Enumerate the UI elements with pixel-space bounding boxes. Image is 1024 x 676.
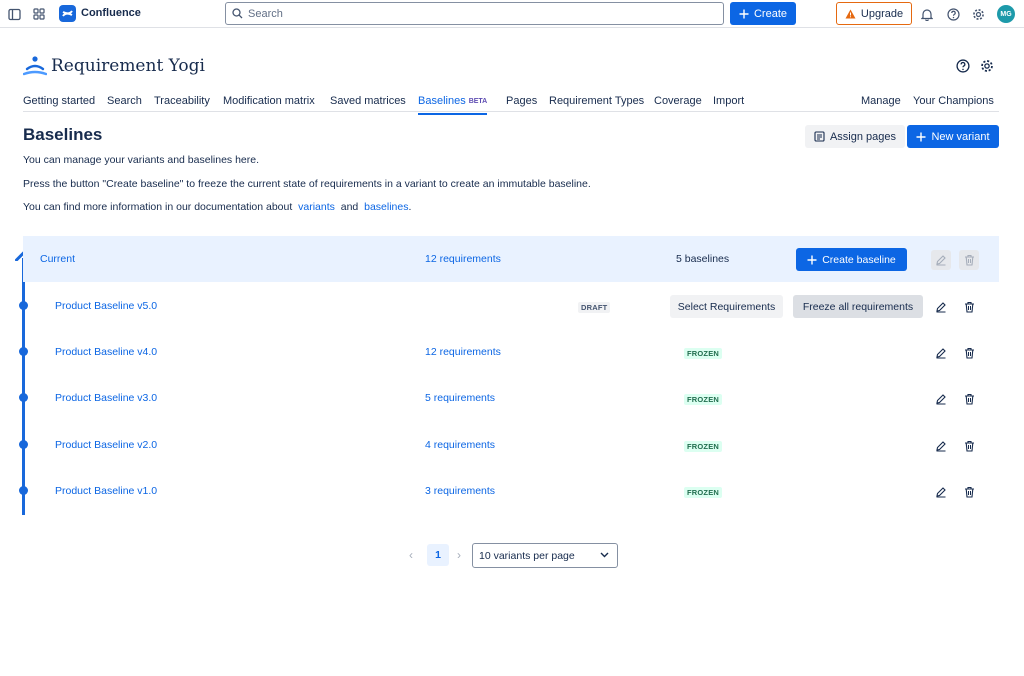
settings-gear-icon[interactable] — [970, 6, 986, 22]
tab-coverage[interactable]: Coverage — [654, 95, 702, 107]
baseline-row: Product Baseline v5.0 DRAFT Select Requi… — [23, 283, 999, 329]
create-baseline-label: Create baseline — [822, 253, 896, 266]
status-badge-frozen: FROZEN — [684, 348, 723, 359]
freeze-all-requirements-button[interactable]: Freeze all requirements — [793, 295, 923, 318]
chevron-down-icon — [600, 552, 609, 558]
app-switcher-icon[interactable] — [31, 6, 47, 22]
edit-icon[interactable] — [931, 482, 951, 502]
confluence-brand[interactable]: Confluence — [81, 7, 141, 19]
create-button[interactable]: Create — [730, 2, 796, 25]
page-title: Baselines — [23, 125, 103, 144]
baseline-row: Product Baseline v1.0 3 requirements FRO… — [23, 468, 999, 514]
intro-text-2: Press the button "Create baseline" to fr… — [23, 178, 591, 190]
current-variant-link[interactable]: Current — [40, 253, 75, 265]
yogi-logo-icon — [23, 56, 47, 76]
previous-page-chevron-icon[interactable]: ‹ — [409, 548, 413, 562]
baseline-name-link[interactable]: Product Baseline v3.0 — [55, 392, 157, 404]
plus-icon — [916, 132, 926, 141]
tab-your-champions[interactable]: Your Champions — [913, 95, 994, 107]
help-icon[interactable] — [945, 6, 961, 22]
intro-text-3: You can find more information in our doc… — [23, 201, 411, 213]
current-requirements-link[interactable]: 12 requirements — [425, 253, 501, 265]
edit-icon[interactable] — [931, 436, 951, 456]
variants-link[interactable]: variants — [298, 201, 335, 213]
search-placeholder: Search — [248, 7, 283, 20]
and-text: and — [340, 201, 359, 213]
tab-requirement-types[interactable]: Requirement Types — [549, 95, 644, 107]
status-badge-frozen: FROZEN — [684, 394, 723, 405]
requirement-yogi-logo: Requirement Yogi — [23, 55, 205, 77]
user-avatar[interactable]: MG — [997, 5, 1015, 23]
new-variant-label: New variant — [931, 130, 990, 143]
confluence-logo-icon[interactable] — [59, 5, 76, 22]
new-variant-button[interactable]: New variant — [907, 125, 999, 148]
edit-icon[interactable] — [931, 297, 951, 317]
intro-text-1: You can manage your variants and baselin… — [23, 154, 260, 166]
upgrade-button[interactable]: Upgrade — [836, 2, 912, 25]
edit-icon[interactable] — [931, 250, 951, 270]
baseline-requirements-link[interactable]: 12 requirements — [425, 346, 501, 358]
next-page-chevron-icon[interactable]: › — [457, 548, 461, 562]
app-tabs: Getting started Search Traceability Modi… — [23, 92, 999, 115]
plus-icon — [739, 9, 749, 18]
page-number-button[interactable]: 1 — [427, 544, 449, 566]
intro-text-3-prefix: You can find more information in our doc… — [23, 201, 293, 213]
app-name: Requirement Yogi — [51, 56, 205, 76]
baseline-requirements-link[interactable]: 5 requirements — [425, 392, 495, 404]
delete-icon[interactable] — [959, 389, 979, 409]
create-baseline-button[interactable]: Create baseline — [796, 248, 907, 271]
delete-icon[interactable] — [959, 482, 979, 502]
status-badge-frozen: FROZEN — [684, 487, 723, 498]
app-help-icon[interactable] — [956, 59, 971, 74]
create-label: Create — [753, 7, 788, 20]
delete-icon[interactable] — [959, 297, 979, 317]
search-icon — [232, 8, 243, 19]
baseline-count: 5 baselines — [676, 253, 730, 265]
page-icon — [814, 131, 825, 142]
status-badge-draft: DRAFT — [578, 302, 611, 313]
warning-icon — [845, 9, 856, 18]
per-page-select[interactable]: 10 variants per page — [472, 543, 618, 568]
tab-modification-matrix[interactable]: Modification matrix — [223, 95, 315, 107]
baseline-row: Product Baseline v3.0 5 requirements FRO… — [23, 375, 999, 421]
search-input[interactable]: Search — [225, 2, 724, 25]
tab-search[interactable]: Search — [107, 95, 142, 107]
tab-saved-matrices[interactable]: Saved matrices — [330, 95, 406, 107]
tab-traceability[interactable]: Traceability — [154, 95, 210, 107]
upgrade-label: Upgrade — [860, 7, 904, 20]
notifications-bell-icon[interactable] — [919, 6, 935, 22]
assign-pages-button[interactable]: Assign pages — [805, 125, 905, 148]
baselines-link[interactable]: baselines — [364, 201, 408, 213]
edit-icon[interactable] — [931, 389, 951, 409]
intro-text-3-suffix: . — [408, 201, 412, 213]
baseline-requirements-link[interactable]: 3 requirements — [425, 485, 495, 497]
tab-manage[interactable]: Manage — [861, 95, 901, 107]
tab-getting-started[interactable]: Getting started — [23, 95, 95, 107]
tab-pages[interactable]: Pages — [506, 95, 537, 107]
tab-baselines-label: Baselines — [418, 95, 466, 107]
tab-baselines[interactable]: Baselines BETA — [418, 95, 488, 115]
tab-import[interactable]: Import — [713, 95, 744, 107]
baseline-row: Product Baseline v2.0 4 requirements FRO… — [23, 422, 999, 468]
app-settings-gear-icon[interactable] — [980, 59, 995, 74]
baseline-name-link[interactable]: Product Baseline v1.0 — [55, 485, 157, 497]
top-navigation-bar: Confluence Search Create Upgrade MG — [0, 0, 1024, 28]
plus-icon — [807, 255, 817, 264]
select-requirements-button[interactable]: Select Requirements — [670, 295, 783, 318]
delete-icon[interactable] — [959, 343, 979, 363]
baseline-name-link[interactable]: Product Baseline v5.0 — [55, 300, 157, 312]
status-badge-frozen: FROZEN — [684, 441, 723, 452]
baseline-row: Product Baseline v4.0 12 requirements FR… — [23, 329, 999, 375]
sidebar-toggle-icon[interactable] — [6, 6, 22, 22]
baseline-name-link[interactable]: Product Baseline v4.0 — [55, 346, 157, 358]
delete-icon[interactable] — [959, 250, 979, 270]
beta-badge: BETA — [468, 98, 488, 105]
assign-pages-label: Assign pages — [829, 130, 897, 143]
edit-icon[interactable] — [931, 343, 951, 363]
baseline-requirements-link[interactable]: 4 requirements — [425, 439, 495, 451]
current-variant-row: Current 12 requirements 5 baselines Crea… — [23, 236, 999, 282]
delete-icon[interactable] — [959, 436, 979, 456]
baseline-name-link[interactable]: Product Baseline v2.0 — [55, 439, 157, 451]
per-page-value: 10 variants per page — [479, 549, 575, 562]
